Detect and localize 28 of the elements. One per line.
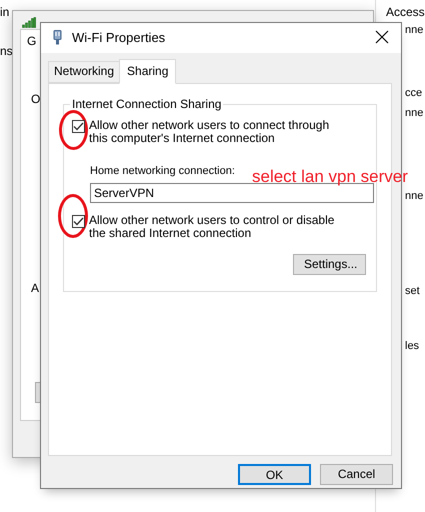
text-fragment: O bbox=[31, 93, 40, 105]
tab[interactable]: Sharing bbox=[119, 59, 176, 84]
text-fragment: set bbox=[405, 286, 420, 297]
text-fragment: nne bbox=[405, 25, 424, 36]
network-adapter-icon bbox=[53, 30, 62, 46]
text-fragment: les bbox=[405, 341, 420, 352]
checkbox[interactable] bbox=[72, 214, 85, 228]
signal-icon bbox=[22, 17, 36, 28]
ok-button[interactable]: OK bbox=[238, 464, 311, 485]
text-fragment: cce bbox=[405, 88, 422, 99]
text-fragment: Access bbox=[386, 6, 425, 18]
text-fragment: nne bbox=[405, 108, 424, 119]
cancel-button[interactable]: Cancel bbox=[320, 464, 393, 485]
text-fragment: ns bbox=[0, 45, 13, 57]
annotation-circle bbox=[58, 194, 88, 238]
field-label: Home networking connection: bbox=[90, 164, 235, 180]
tab[interactable]: Networking bbox=[48, 61, 120, 83]
text-fragment: A bbox=[31, 282, 40, 294]
group-title: Internet Connection Sharing bbox=[70, 96, 224, 111]
checkbox-label: Allow other network users to control or disable the shared Internet connection bbox=[89, 214, 336, 242]
checkbox[interactable] bbox=[72, 120, 85, 133]
text-fragment: nne bbox=[405, 191, 424, 202]
text-fragment: in bbox=[0, 6, 10, 18]
window-title: Wi-Fi Properties bbox=[72, 29, 166, 48]
checkbox-label: Allow other network users to connect through this computer's Internet connection bbox=[89, 118, 330, 146]
close-button[interactable] bbox=[375, 30, 391, 46]
settings-button[interactable]: Settings... bbox=[293, 254, 366, 275]
annotation-circle bbox=[59, 110, 88, 150]
